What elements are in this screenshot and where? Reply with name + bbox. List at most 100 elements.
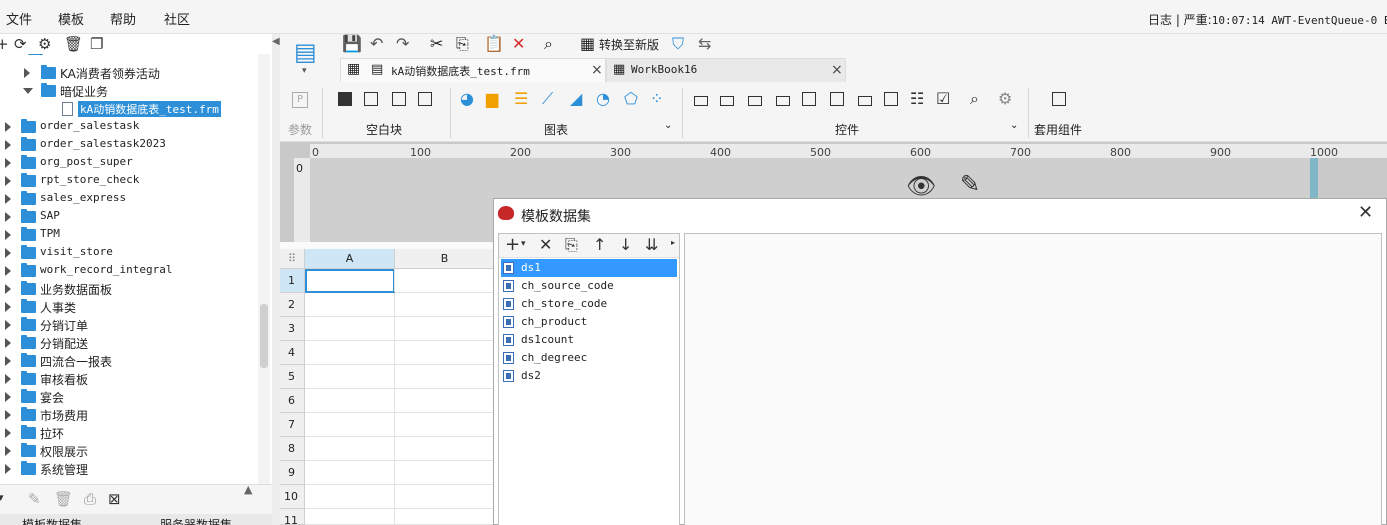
tree-item-selected[interactable]: kA动销数据底表_test.frm: [0, 100, 258, 118]
template-icon[interactable]: ▤: [294, 38, 317, 66]
edit-icon[interactable]: ✎: [960, 170, 980, 198]
expand-icon[interactable]: [5, 230, 11, 240]
component-icon[interactable]: [1052, 92, 1066, 106]
expand-icon[interactable]: [24, 68, 30, 78]
line-chart-icon[interactable]: ⟋: [542, 89, 553, 109]
sheet-row[interactable]: [305, 509, 495, 525]
tree-item[interactable]: work_record_integral: [0, 262, 258, 280]
text-widget-icon[interactable]: [720, 96, 734, 106]
undo-icon[interactable]: ↶: [370, 34, 383, 53]
delete-icon[interactable]: ✕: [539, 235, 552, 254]
expand-icon[interactable]: [5, 338, 11, 348]
column-header-b[interactable]: B: [395, 249, 495, 269]
hide-icon[interactable]: 👁: [906, 172, 936, 200]
row-header[interactable]: 3: [280, 317, 305, 341]
dataset-item[interactable]: ds2: [501, 367, 677, 385]
log-status[interactable]: 日志 | 严重:10:07:14 AWT-EventQueue-0 ER: [1148, 11, 1387, 28]
tree-widget-icon[interactable]: [884, 92, 898, 106]
expand-icon[interactable]: [5, 446, 11, 456]
row-header[interactable]: 9: [280, 461, 305, 485]
dataset-item[interactable]: ch_source_code: [501, 277, 677, 295]
gauge-chart-icon[interactable]: ◔: [596, 89, 610, 108]
area-chart-icon[interactable]: ◢: [570, 89, 582, 108]
tree-item[interactable]: 业务数据面板: [0, 280, 258, 298]
edit-icon[interactable]: ✎: [28, 490, 41, 508]
expand-icon[interactable]: [5, 410, 11, 420]
tab-workbook[interactable]: ▦ WorkBook16 ×: [606, 58, 846, 82]
switch-icon[interactable]: ⇆: [698, 34, 711, 53]
sheet-row[interactable]: [305, 341, 495, 365]
select-all-corner[interactable]: ⠿: [280, 249, 305, 269]
expand-icon[interactable]: [5, 374, 11, 384]
selected-cell[interactable]: [305, 269, 395, 293]
dataset-item[interactable]: ch_store_code: [501, 295, 677, 313]
sheet-row[interactable]: [305, 437, 495, 461]
collapse-icon[interactable]: [23, 88, 33, 94]
row-header[interactable]: 8: [280, 437, 305, 461]
tree-item[interactable]: 人事类: [0, 298, 258, 316]
copy-icon[interactable]: ❐: [90, 35, 103, 53]
tab-template-dataset[interactable]: 模板数据集: [22, 516, 82, 525]
expand-icon[interactable]: [5, 176, 11, 186]
add-icon[interactable]: +: [505, 234, 520, 255]
dropdown-icon[interactable]: ▾: [302, 66, 307, 76]
parameter-icon[interactable]: P: [292, 92, 308, 108]
expand-icon[interactable]: [5, 140, 11, 150]
bar-chart-icon[interactable]: ▆: [486, 89, 498, 108]
redo-icon[interactable]: ↷: [396, 34, 409, 53]
delete-icon[interactable]: ✕: [512, 34, 525, 53]
row-header[interactable]: 1: [280, 269, 305, 293]
paste-icon[interactable]: 📋: [484, 34, 504, 53]
tree-item[interactable]: 拉环: [0, 424, 258, 442]
list-widget-icon[interactable]: [802, 92, 816, 106]
sheet-row[interactable]: [305, 269, 495, 293]
query-widget-icon[interactable]: ⌕: [970, 89, 979, 109]
expand-icon[interactable]: [5, 212, 11, 222]
settings-icon[interactable]: ⚙: [998, 89, 1012, 108]
menu-help[interactable]: 帮助: [110, 9, 136, 28]
tree-item[interactable]: KA消费者领券活动: [0, 64, 258, 82]
dataset-item[interactable]: ch_product: [501, 313, 677, 331]
pie-chart-icon[interactable]: ◕: [460, 89, 474, 108]
sheet-row[interactable]: [305, 317, 495, 341]
delete-icon[interactable]: 🗑: [54, 490, 73, 508]
expand-icon[interactable]: [5, 320, 11, 330]
tree-item[interactable]: 暗促业务: [0, 82, 258, 100]
sheet-row[interactable]: [305, 413, 495, 437]
expand-icon[interactable]: [5, 248, 11, 258]
move-up-icon[interactable]: ↑: [593, 235, 606, 254]
row-header[interactable]: 10: [280, 485, 305, 509]
save-icon[interactable]: 💾: [342, 34, 362, 53]
settings-icon[interactable]: ⚙: [38, 35, 51, 53]
dataset-item[interactable]: ds1count: [501, 331, 677, 349]
sheet-row[interactable]: [305, 389, 495, 413]
tree-scrollbar[interactable]: [258, 54, 270, 506]
column-chart-icon[interactable]: ☰: [514, 89, 528, 108]
refresh-icon[interactable]: ⟳: [14, 35, 27, 53]
add-icon[interactable]: +: [0, 35, 9, 53]
number-widget-icon[interactable]: [858, 96, 872, 106]
tree-item[interactable]: 分销配送: [0, 334, 258, 352]
expand-icon[interactable]: [5, 428, 11, 438]
shield-icon[interactable]: ⛉: [672, 34, 684, 54]
tab-server-dataset[interactable]: 服务器数据集: [160, 516, 232, 525]
row-header[interactable]: 6: [280, 389, 305, 413]
column-header-a[interactable]: A: [305, 249, 395, 269]
convert-button[interactable]: 转换至新版: [599, 36, 659, 53]
delete-icon[interactable]: 🗑: [64, 35, 83, 53]
grid-block-icon[interactable]: [418, 92, 432, 106]
row-header[interactable]: 2: [280, 293, 305, 317]
horizontal-block-icon[interactable]: [392, 92, 406, 106]
menu-community[interactable]: 社区: [164, 9, 190, 28]
tree-item[interactable]: visit_store: [0, 244, 258, 262]
radar-chart-icon[interactable]: ⬠: [624, 89, 638, 108]
tree-item[interactable]: order_salestask2023: [0, 136, 258, 154]
row-header[interactable]: 4: [280, 341, 305, 365]
tree-item[interactable]: 宴会: [0, 388, 258, 406]
tree-item[interactable]: 权限展示: [0, 442, 258, 460]
sheet-row[interactable]: [305, 293, 495, 317]
more-icon[interactable]: ▸: [671, 238, 675, 247]
label-widget-icon[interactable]: [694, 96, 708, 106]
sheet-row[interactable]: [305, 461, 495, 485]
close-icon[interactable]: ✕: [1358, 202, 1373, 223]
